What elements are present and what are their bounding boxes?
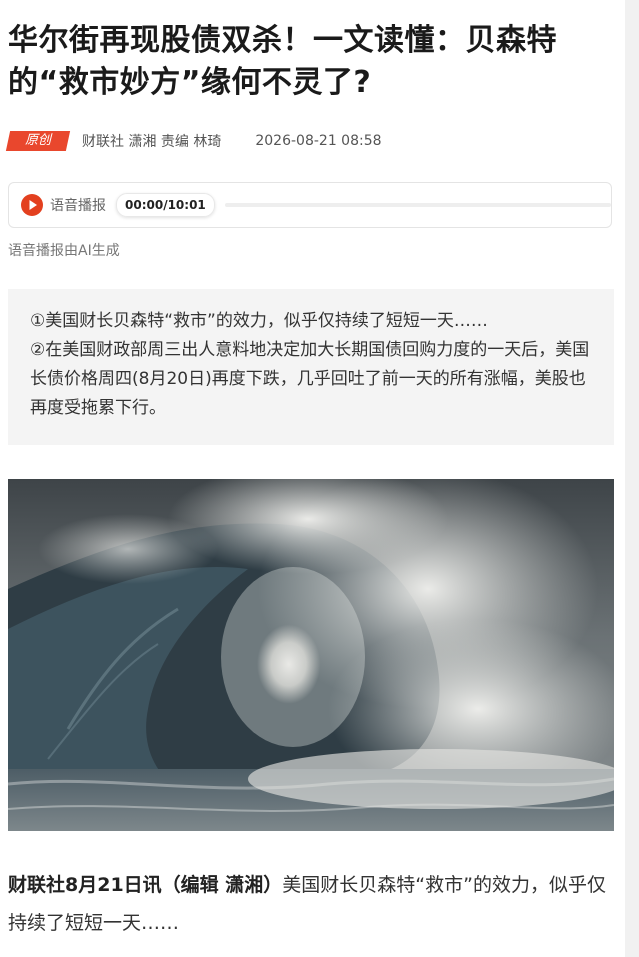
play-icon — [29, 200, 37, 210]
article-meta: 原创 财联社 潇湘 责编 林琦 2026-08-21 08:58 — [5, 130, 382, 152]
audio-progress-track[interactable] — [224, 203, 611, 207]
audio-player: 语音播报 00:00/10:01 — [8, 182, 612, 228]
ai-generated-note: 语音播报由AI生成 — [8, 243, 120, 259]
original-badge: 原创 — [5, 131, 71, 151]
original-badge-label: 原创 — [24, 133, 51, 148]
audio-label: 语音播报 — [50, 198, 106, 214]
lead-dateline: 财联社8月21日讯（编辑 潇湘） — [8, 874, 283, 896]
summary-line: ①美国财长贝森特“救市”的效力，似乎仅持续了短短一天…… — [30, 311, 488, 331]
summary-box: ①美国财长贝森特“救市”的效力，似乎仅持续了短短一天…… ②在美国财政部周三出人… — [8, 289, 614, 445]
lead-paragraph: 财联社8月21日讯（编辑 潇湘）美国财长贝森特“救市”的效力，似乎仅持续了短短一… — [8, 866, 618, 942]
hero-image-wave — [8, 479, 614, 831]
author-info: 财联社 潇湘 责编 林琦 — [82, 134, 222, 150]
publish-datetime: 2026-08-21 08:58 — [255, 133, 382, 149]
play-button[interactable] — [21, 194, 43, 216]
summary-line: ②在美国财政部周三出人意料地决定加大长期国债回购力度的一天后，美国长债价格周四(… — [30, 340, 590, 418]
audio-time: 00:00/10:01 — [116, 193, 215, 217]
scrollbar[interactable] — [625, 0, 639, 957]
article-title: 华尔街再现股债双杀！一文读懂：贝森特的“救市妙方”缘何不灵了? — [8, 23, 557, 100]
